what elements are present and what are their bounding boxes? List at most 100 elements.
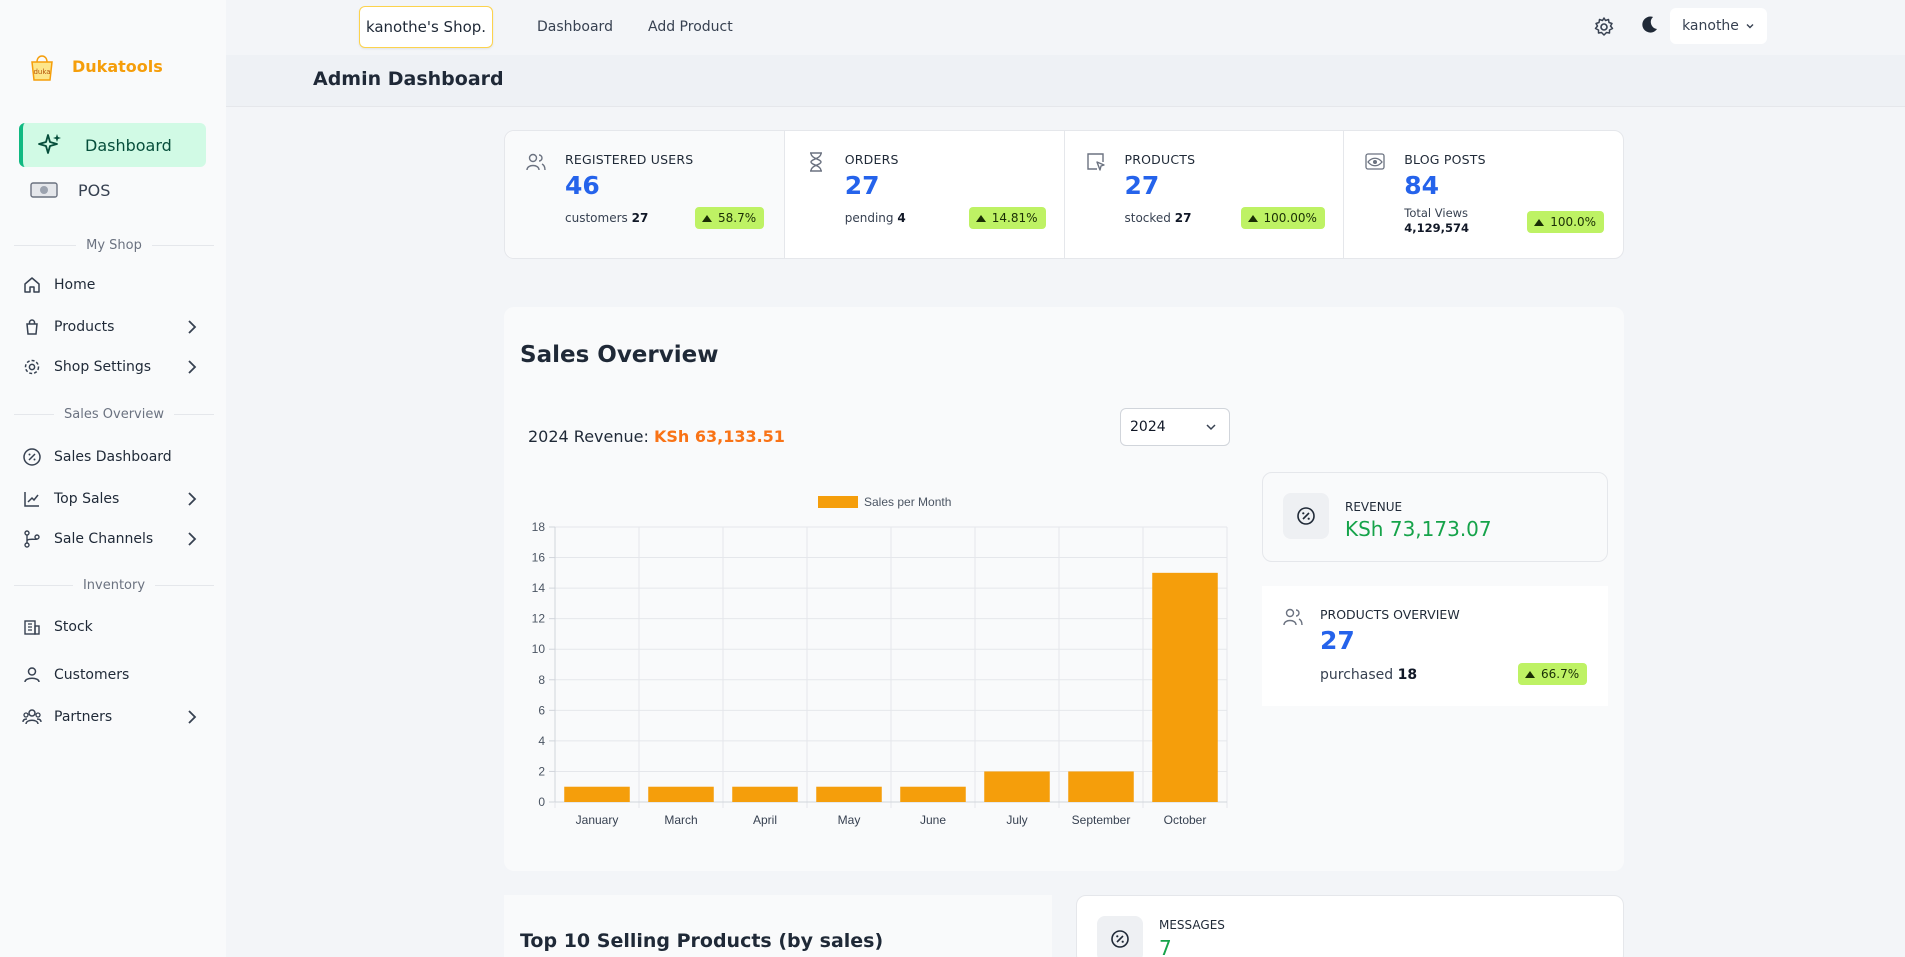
x-tick-label: May <box>838 813 861 827</box>
change-badge: 100.0% <box>1527 211 1605 233</box>
y-tick-label: 12 <box>532 612 546 626</box>
sidebar-item-dashboard[interactable]: Dashboard <box>19 123 206 167</box>
user-icon <box>22 665 42 685</box>
sidebar-item-partners[interactable]: Partners <box>22 705 202 729</box>
settings-gear-icon[interactable] <box>1593 16 1615 38</box>
stat-title: ORDERS <box>844 152 899 167</box>
messages-title: MESSAGES <box>1159 918 1225 932</box>
x-tick-label: January <box>576 813 619 827</box>
sidebar-item-top-sales[interactable]: Top Sales <box>22 487 202 511</box>
products-overview-title: PRODUCTS OVERVIEW <box>1320 607 1460 622</box>
messages-card: MESSAGES 7 <box>1076 895 1624 957</box>
revenue-card-title: REVENUE <box>1345 500 1403 514</box>
sidebar-item-label: Products <box>54 319 115 335</box>
y-tick-label: 0 <box>538 795 545 809</box>
section-sales-overview: Sales Overview <box>14 407 214 422</box>
page-title: Admin Dashboard <box>313 68 504 90</box>
users-group-icon <box>22 707 42 727</box>
x-tick-label: October <box>1164 813 1207 827</box>
chevron-right-icon <box>188 360 197 374</box>
top-link-dashboard[interactable]: Dashboard <box>537 19 613 35</box>
sidebar-item-label: Shop Settings <box>54 359 152 375</box>
y-tick-label: 8 <box>538 673 545 687</box>
stat-sub: stocked 27 <box>1124 211 1192 225</box>
top-link-add-product[interactable]: Add Product <box>648 19 733 35</box>
sidebar-item-home[interactable]: Home <box>22 273 202 297</box>
year-select[interactable]: 2024 <box>1120 408 1230 446</box>
trend-chart-icon <box>22 489 42 509</box>
sidebar-item-label: Customers <box>54 667 130 683</box>
eye-icon <box>1365 153 1385 170</box>
stat-value: 84 <box>1404 171 1440 200</box>
stat-value: 46 <box>565 171 600 200</box>
chevron-right-icon <box>188 710 197 724</box>
chevron-right-icon <box>188 320 197 334</box>
products-overview-card: PRODUCTS OVERVIEW 27 purchased 18 66.7% <box>1262 586 1608 706</box>
bar-january <box>564 786 630 802</box>
gear-icon <box>22 357 42 377</box>
sidebar-item-label: Sale Channels <box>54 531 154 547</box>
sidebar-item-label: Top Sales <box>54 491 120 507</box>
cursor-select-icon <box>1086 153 1105 171</box>
shop-logo-icon: duka <box>31 55 53 81</box>
sales-overview-panel: Sales Overview 2024 Revenue: KSh 63,133.… <box>504 307 1624 871</box>
sidebar-item-label: Home <box>54 277 96 293</box>
stat-sub: customers 27 <box>565 211 649 225</box>
sales-overview-title: Sales Overview <box>520 342 719 368</box>
x-tick-label: June <box>920 813 946 827</box>
stat-sub: pending 4 <box>844 211 906 225</box>
x-tick-label: April <box>753 813 777 827</box>
chevron-down-icon <box>1746 24 1754 29</box>
sidebar-item-sale-channels[interactable]: Sale Channels <box>22 527 202 551</box>
user-menu-dropdown[interactable]: kanothe <box>1670 8 1767 44</box>
bag-icon <box>22 317 42 337</box>
stats-card: REGISTERED USERS 46 customers 27 58.7% O… <box>504 130 1624 259</box>
users-icon <box>1283 608 1303 626</box>
stat-value: 27 <box>844 171 880 200</box>
change-badge: 58.7% <box>695 207 765 229</box>
up-arrow-icon <box>1534 218 1545 226</box>
users-icon <box>526 153 546 171</box>
change-badge: 100.00% <box>1240 207 1325 229</box>
sidebar-item-sales-dashboard[interactable]: Sales Dashboard <box>22 445 202 469</box>
y-tick-label: 2 <box>538 764 545 778</box>
y-tick-label: 6 <box>538 703 545 717</box>
sales-bar-chart: Sales per Month 0 2 4 6 8 10 12 14 16 18 January Mar… <box>532 495 1228 827</box>
brand[interactable]: duka Dukatools <box>26 48 163 84</box>
products-overview-sub: purchased 18 <box>1320 667 1418 683</box>
section-inventory: Inventory <box>14 578 214 593</box>
sidebar: duka Dukatools Dashboard POS My Shop Hom… <box>0 0 226 957</box>
x-tick-label: September <box>1072 813 1131 827</box>
shop-switcher-button[interactable]: kanothe's Shop. <box>359 6 493 48</box>
dark-mode-moon-icon[interactable] <box>1638 14 1660 36</box>
bar-july <box>984 771 1050 802</box>
bar-october <box>1152 572 1218 802</box>
up-arrow-icon <box>1525 670 1535 678</box>
y-tick-label: 4 <box>538 734 545 748</box>
stat-title: REGISTERED USERS <box>565 152 694 167</box>
stat-title: BLOG POSTS <box>1404 152 1486 167</box>
legend-swatch <box>818 496 858 508</box>
up-arrow-icon <box>702 214 712 222</box>
home-icon <box>22 275 42 295</box>
sidebar-item-shop-settings[interactable]: Shop Settings <box>22 355 202 379</box>
sidebar-item-customers[interactable]: Customers <box>22 663 202 687</box>
y-tick-label: 10 <box>532 642 546 656</box>
percent-badge-icon <box>22 447 42 467</box>
messages-badge-icon <box>1097 916 1143 957</box>
sidebar-item-pos[interactable]: POS <box>30 180 110 200</box>
sidebar-item-products[interactable]: Products <box>22 315 202 339</box>
sidebar-item-stock[interactable]: Stock <box>22 615 202 639</box>
section-my-shop: My Shop <box>14 238 214 253</box>
revenue-badge-icon <box>1283 493 1329 539</box>
branch-icon <box>22 529 42 549</box>
username: kanothe <box>1682 18 1739 34</box>
legend-label: Sales per Month <box>864 495 951 509</box>
building-icon <box>22 617 42 637</box>
stat-blog-posts: BLOG POSTS 84 Total Views 4,129,574 100.0… <box>1344 131 1623 258</box>
money-icon <box>30 182 58 198</box>
logo-text: duka <box>33 68 50 76</box>
bar-march <box>648 786 714 802</box>
year-revenue-amount: KSh 63,133.51 <box>653 427 785 446</box>
stat-title: PRODUCTS <box>1124 152 1196 167</box>
